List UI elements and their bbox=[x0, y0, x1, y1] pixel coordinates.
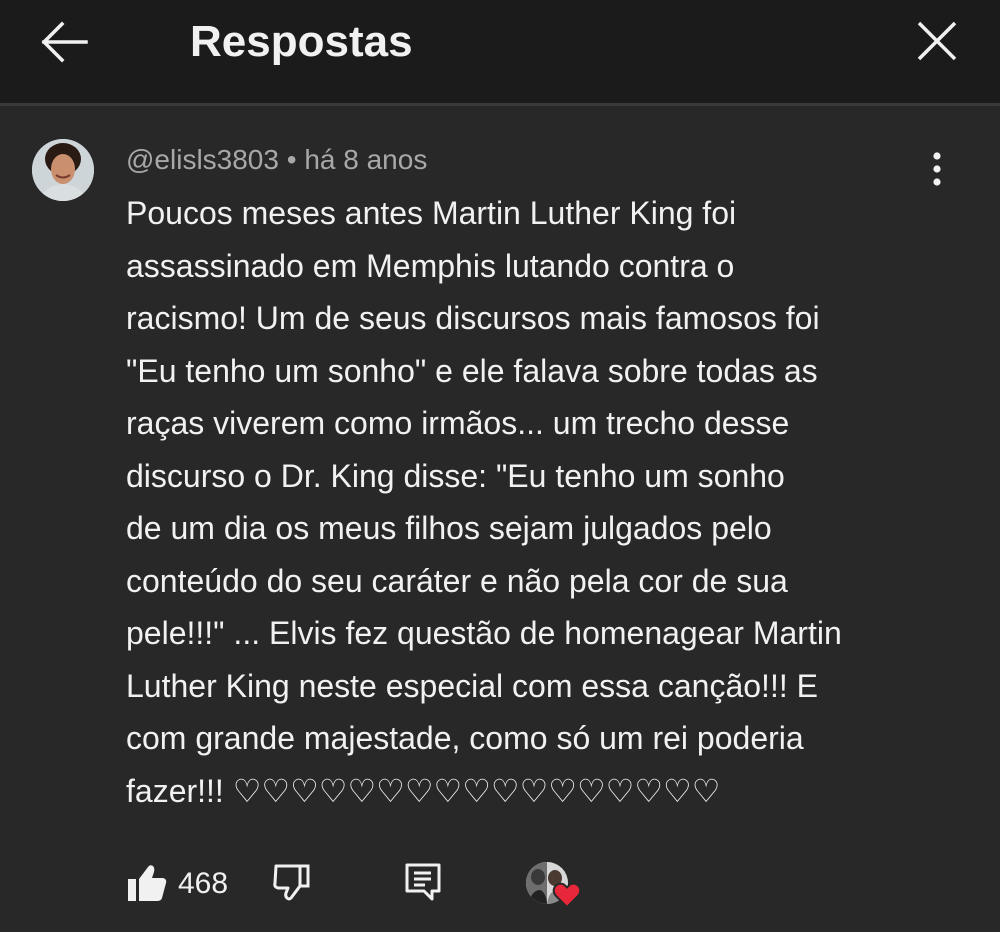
close-button[interactable] bbox=[912, 18, 962, 66]
comment-line: pele!!!" ... Elvis fez questão de homena… bbox=[126, 615, 842, 651]
more-options-button[interactable] bbox=[922, 150, 952, 190]
comment-author[interactable]: @elisls3803 bbox=[126, 144, 279, 175]
close-icon bbox=[917, 21, 957, 61]
thumbs-up-icon bbox=[128, 865, 167, 901]
comment-time: há 8 anos bbox=[304, 144, 428, 175]
comment-line: racismo! Um de seus discursos mais famos… bbox=[126, 300, 820, 336]
comment-line: conteúdo do seu caráter e não pela cor d… bbox=[126, 562, 788, 599]
comment-reply-icon bbox=[405, 863, 441, 901]
like-count: 468 bbox=[178, 867, 229, 900]
like-button[interactable] bbox=[126, 862, 168, 904]
creator-heart-badge bbox=[526, 858, 584, 914]
comment-line: discurso o Dr. King disse: "Eu tenho um … bbox=[126, 457, 785, 494]
thumbs-down-icon bbox=[273, 864, 310, 901]
meta-separator: • bbox=[286, 144, 297, 175]
arrow-left-icon bbox=[41, 21, 88, 63]
comment-line: com grande majestade, como só um rei pod… bbox=[126, 720, 804, 756]
reply-button[interactable] bbox=[404, 862, 442, 902]
comment-line: raças viverem como irmãos... um trecho d… bbox=[126, 405, 790, 441]
dislike-button[interactable] bbox=[270, 862, 314, 904]
comment-line: de um dia os meus filhos sejam julgados … bbox=[126, 510, 772, 546]
avatar[interactable] bbox=[32, 139, 94, 201]
user-avatar-image bbox=[32, 139, 94, 201]
comment-actions: 468 bbox=[0, 850, 1000, 920]
comment-text: Poucos meses antes Martin Luther King fo… bbox=[126, 187, 946, 817]
comment-line: Poucos meses antes Martin Luther King fo… bbox=[126, 195, 737, 231]
more-vertical-icon bbox=[933, 152, 941, 186]
heart-icon bbox=[552, 882, 582, 909]
comment-meta: @elisls3803 • há 8 anos bbox=[126, 142, 427, 178]
page-title: Respostas bbox=[190, 17, 413, 66]
comment-line: fazer!!! ♡♡♡♡♡♡♡♡♡♡♡♡♡♡♡♡♡ bbox=[126, 772, 721, 809]
top-bar: Respostas bbox=[0, 0, 1000, 106]
comment-line: "Eu tenho um sonho" e ele falava sobre t… bbox=[126, 352, 818, 389]
comment-line: assassinado em Memphis lutando contra o bbox=[126, 247, 735, 284]
comment-line: Luther King neste especial com essa canç… bbox=[126, 667, 818, 704]
back-button[interactable] bbox=[36, 18, 92, 66]
